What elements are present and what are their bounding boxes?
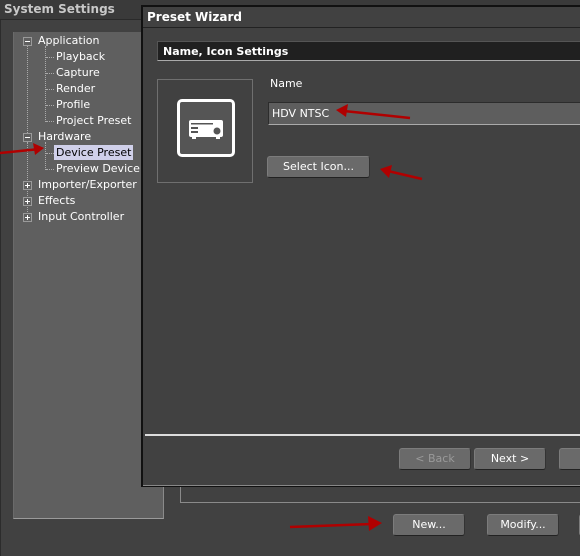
wizard-titlebar: Preset Wizard	[143, 7, 580, 28]
expand-effects-icon[interactable]	[23, 197, 32, 206]
finish-button-partial[interactable]	[559, 448, 580, 470]
name-label: Name	[270, 77, 303, 90]
system-settings-title: System Settings	[4, 2, 115, 16]
tree-item-device-preset[interactable]: Device Preset	[54, 145, 134, 160]
tree-item-hardware[interactable]: Hardware	[38, 129, 91, 144]
select-icon-button[interactable]: Select Icon...	[267, 156, 370, 178]
collapse-hardware-icon[interactable]	[23, 133, 32, 142]
tree-connector	[46, 105, 54, 106]
section-header: Name, Icon Settings	[157, 41, 580, 61]
tree-connector	[46, 89, 54, 90]
tree-item-input-controller[interactable]: Input Controller	[38, 209, 124, 224]
preset-wizard-dialog: Preset Wizard Name, Icon Settings Name S…	[141, 5, 580, 487]
wizard-title: Preset Wizard	[147, 10, 242, 24]
tree-item-profile[interactable]: Profile	[56, 97, 90, 112]
name-input[interactable]	[268, 102, 580, 125]
tree-item-capture[interactable]: Capture	[56, 65, 100, 80]
tree-item-application[interactable]: Application	[38, 33, 99, 48]
tree-item-render[interactable]: Render	[56, 81, 95, 96]
next-button[interactable]: Next >	[474, 448, 546, 470]
preset-panel	[180, 486, 580, 503]
tree-connector	[46, 73, 54, 74]
icon-preview-box	[157, 79, 253, 183]
collapse-application-icon[interactable]	[23, 37, 32, 46]
wizard-bottom-border	[143, 485, 580, 486]
back-button[interactable]: < Back	[399, 448, 471, 470]
tree-connector	[46, 121, 54, 122]
tree-item-project-preset[interactable]: Project Preset	[56, 113, 131, 128]
tree-connector	[45, 142, 46, 170]
projector-device-icon	[177, 99, 235, 157]
modify-button[interactable]: Modify...	[487, 514, 559, 536]
wizard-divider	[145, 434, 580, 436]
tree-item-importer-exporter[interactable]: Importer/Exporter	[38, 177, 137, 192]
tree-connector	[46, 169, 54, 170]
tree-connector	[46, 57, 54, 58]
section-header-title: Name, Icon Settings	[163, 45, 289, 58]
expand-input-controller-icon[interactable]	[23, 213, 32, 222]
new-button[interactable]: New...	[393, 514, 465, 536]
tree-item-preview-device[interactable]: Preview Device	[56, 161, 140, 176]
tree-connector	[27, 45, 28, 141]
tree-connector	[46, 153, 54, 154]
expand-importer-exporter-icon[interactable]	[23, 181, 32, 190]
tree-item-playback[interactable]: Playback	[56, 49, 105, 64]
tree-item-effects[interactable]: Effects	[38, 193, 75, 208]
